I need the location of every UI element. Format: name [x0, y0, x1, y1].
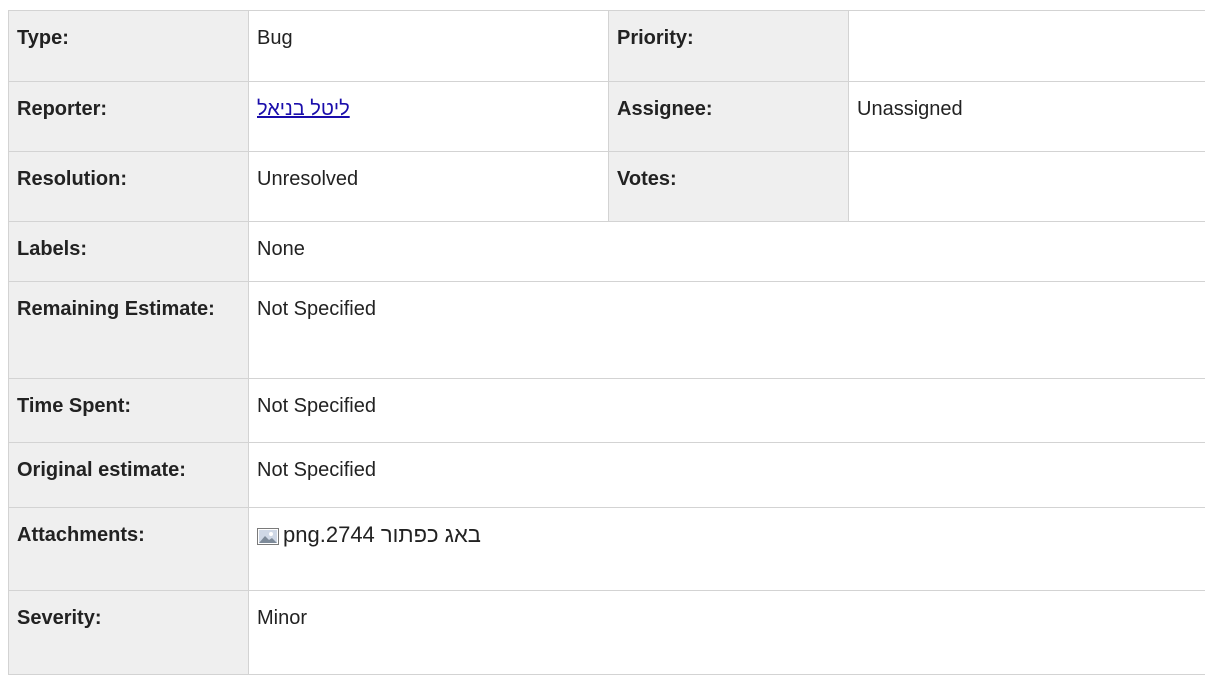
assignee-label: Assignee: — [608, 81, 849, 152]
priority-value — [848, 10, 1205, 82]
attachment-item[interactable]: באג כפתור 2744.png — [257, 520, 481, 550]
row-severity: Severity: Minor — [8, 590, 1205, 675]
time-spent-label: Time Spent: — [8, 378, 249, 443]
time-spent-value: Not Specified — [248, 378, 1205, 443]
votes-value — [848, 151, 1205, 222]
remaining-estimate-value: Not Specified — [248, 281, 1205, 379]
attachments-label: Attachments: — [8, 507, 249, 591]
image-icon — [257, 523, 279, 545]
row-type-priority: Type: Bug Priority: — [8, 10, 1205, 82]
row-resolution-votes: Resolution: Unresolved Votes: — [8, 151, 1205, 222]
row-labels: Labels: None — [8, 221, 1205, 282]
reporter-cell: ליטל בניאל — [248, 81, 609, 152]
attachments-cell: באג כפתור 2744.png — [248, 507, 1205, 591]
remaining-estimate-label: Remaining Estimate: — [8, 281, 249, 379]
row-time-spent: Time Spent: Not Specified — [8, 378, 1205, 443]
votes-label: Votes: — [608, 151, 849, 222]
row-reporter-assignee: Reporter: ליטל בניאל Assignee: Unassigne… — [8, 81, 1205, 152]
issue-details-table: Type: Bug Priority: Reporter: ליטל בניאל… — [8, 10, 1205, 675]
labels-value: None — [248, 221, 1205, 282]
type-label: Type: — [8, 10, 249, 82]
resolution-label: Resolution: — [8, 151, 249, 222]
original-estimate-value: Not Specified — [248, 442, 1205, 508]
labels-label: Labels: — [8, 221, 249, 282]
issue-details: Type: Bug Priority: Reporter: ליטל בניאל… — [8, 10, 1205, 675]
reporter-label: Reporter: — [8, 81, 249, 152]
type-value: Bug — [248, 10, 609, 82]
row-original-estimate: Original estimate: Not Specified — [8, 442, 1205, 508]
reporter-link[interactable]: ליטל בניאל — [257, 98, 350, 120]
original-estimate-label: Original estimate: — [8, 442, 249, 508]
severity-value: Minor — [248, 590, 1205, 675]
assignee-value: Unassigned — [848, 81, 1205, 152]
attachment-file-name: באג כפתור 2744.png — [283, 522, 481, 547]
row-attachments: Attachments: באג כפתור 2744.png — [8, 507, 1205, 591]
resolution-value: Unresolved — [248, 151, 609, 222]
priority-label: Priority: — [608, 10, 849, 82]
severity-label: Severity: — [8, 590, 249, 675]
row-remaining-estimate: Remaining Estimate: Not Specified — [8, 281, 1205, 379]
